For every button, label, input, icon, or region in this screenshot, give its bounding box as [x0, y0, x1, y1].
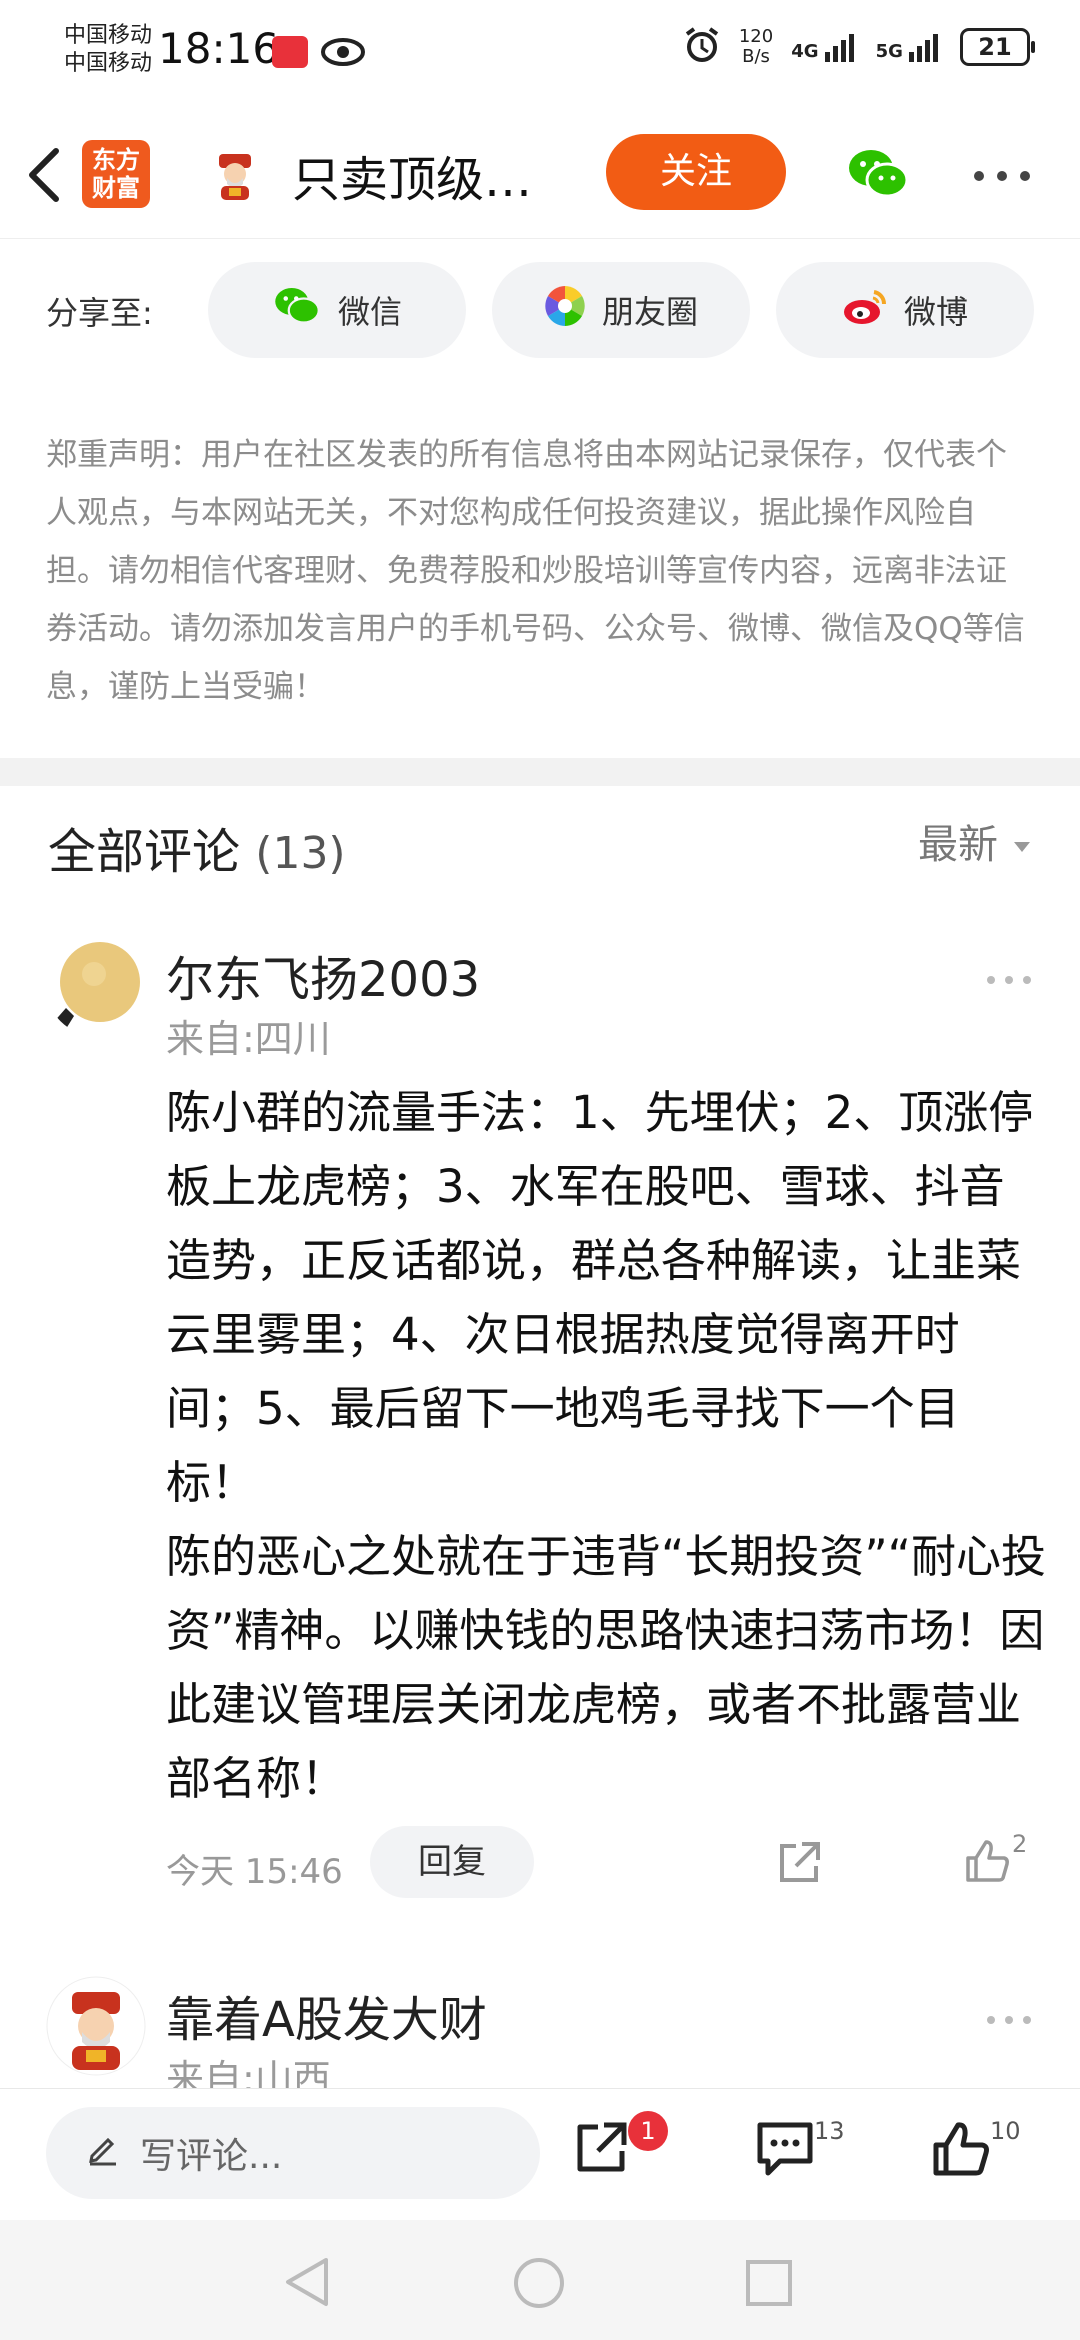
caret-down-icon — [1012, 818, 1032, 864]
carrier-2: 中国移动 — [64, 51, 153, 76]
share-weibo-button[interactable]: 微博 — [776, 262, 1034, 358]
page-title: 只卖顶级… — [292, 152, 533, 208]
pencil-icon — [86, 2132, 120, 2175]
net-speed: 120 B/s — [739, 27, 773, 67]
top-nav-bar: 东方 财富 只卖顶级… 关注 — [0, 110, 1080, 239]
moments-icon — [544, 285, 586, 335]
comment-avatar[interactable] — [46, 936, 146, 1036]
nav-home-icon[interactable] — [512, 2256, 566, 2314]
status-icons: 120 B/s 4G 5G 21 — [683, 26, 1035, 68]
write-comment-placeholder: 写评论... — [140, 2136, 283, 2177]
comment-more-button[interactable] — [986, 1990, 1032, 2036]
signal-4g-label: 4G — [791, 41, 819, 62]
share-wechat-button[interactable]: 微信 — [208, 262, 466, 358]
share-button[interactable] — [572, 2119, 630, 2181]
comment-like-count: 2 — [1012, 1830, 1028, 1858]
wechat-share-icon[interactable] — [845, 144, 911, 208]
weibo-icon — [842, 286, 888, 334]
eye-icon — [320, 34, 366, 74]
like-button[interactable] — [930, 2119, 992, 2183]
signal-5g: 5G — [876, 32, 942, 62]
signal-4g: 4G — [791, 32, 857, 62]
signal-5g-label: 5G — [875, 41, 903, 62]
comment-share-icon[interactable] — [776, 1840, 822, 1890]
notification-app-icon — [272, 36, 308, 68]
like-count: 10 — [990, 2117, 1021, 2145]
comment-like-icon[interactable] — [962, 1836, 1012, 1890]
net-speed-value: 120 — [738, 26, 774, 47]
alarm-icon — [683, 26, 721, 68]
status-bar: 中国移动 中国移动 18:16 120 B/s 4G 5G 21 — [0, 0, 1080, 110]
share-badge: 1 — [628, 2111, 668, 2151]
share-moments-label: 朋友圈 — [601, 293, 698, 331]
author-avatar[interactable] — [205, 144, 265, 204]
reply-button[interactable]: 回复 — [370, 1826, 534, 1898]
more-options-button[interactable] — [972, 168, 1032, 187]
comments-count: (13) — [255, 828, 346, 879]
write-comment-input[interactable]: 写评论... — [46, 2107, 540, 2199]
clock: 18:16 — [158, 24, 280, 73]
carrier-labels: 中国移动 中国移动 — [64, 22, 152, 78]
back-button[interactable] — [22, 145, 66, 209]
bottom-action-bar: 写评论... 1 13 10 — [0, 2088, 1080, 2221]
comment-location: 来自:四川 — [166, 1017, 331, 1061]
nav-back-icon[interactable] — [282, 2256, 332, 2312]
share-wechat-label: 微信 — [337, 293, 402, 331]
disclaimer-text: 郑重声明：用户在社区发表的所有信息将由本网站记录保存，仅代表个人观点，与本网站无… — [46, 437, 1025, 705]
comment-more-button[interactable] — [986, 950, 1032, 996]
system-nav-bar — [0, 2220, 1080, 2340]
comment-text: 陈小群的流量手法：1、先埋伏；2、顶涨停板上龙虎榜；3、水军在股吧、雪球、抖音造… — [166, 1086, 1046, 1805]
comment-author[interactable]: 尔东飞扬2003 — [166, 940, 480, 1010]
net-speed-unit: B/s — [742, 46, 770, 67]
brand-logo[interactable]: 东方 财富 — [82, 140, 150, 208]
sort-dropdown[interactable]: 最新 — [918, 812, 1032, 870]
share-label: 分享至: — [46, 294, 153, 332]
wechat-icon — [272, 285, 322, 335]
comment-author[interactable]: 靠着A股发大财 — [166, 1980, 487, 2050]
comment-time: 今天 15:46 — [166, 1852, 343, 1892]
brand-logo-line1: 东方 — [92, 146, 140, 174]
battery-indicator: 21 — [960, 28, 1035, 66]
comments-button[interactable] — [754, 2119, 816, 2181]
comments-heading: 全部评论 (13) — [48, 812, 346, 882]
brand-logo-line2: 财富 — [92, 174, 140, 202]
share-moments-button[interactable]: 朋友圈 — [492, 262, 750, 358]
follow-button[interactable]: 关注 — [606, 134, 786, 210]
section-divider — [0, 758, 1080, 786]
comments-count-badge: 13 — [814, 2117, 845, 2145]
nav-recents-icon[interactable] — [744, 2258, 794, 2312]
share-weibo-label: 微博 — [903, 293, 968, 331]
sort-label: 最新 — [918, 822, 998, 868]
comment-avatar[interactable] — [46, 1976, 146, 2076]
comments-title: 全部评论 — [48, 824, 241, 880]
carrier-1: 中国移动 — [64, 23, 153, 48]
